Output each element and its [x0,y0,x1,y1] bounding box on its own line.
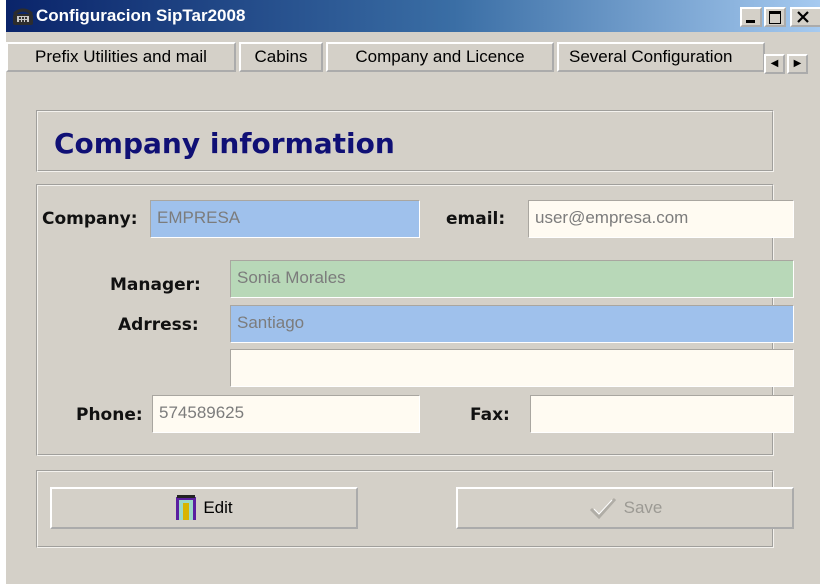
edit-button[interactable]: Edit [50,487,358,529]
settings-window: Configuracion SipTar2008 Prefix Utilitie… [6,0,820,584]
address-field[interactable]: Santiago [230,305,794,343]
tab-scroll-right-button[interactable]: ▶ [787,54,808,74]
company-label: Company: [42,209,138,229]
maximize-icon [769,11,781,24]
close-icon [797,11,809,23]
close-button[interactable] [790,7,820,27]
minimize-button[interactable] [740,7,762,27]
door-icon [176,495,197,520]
address-field-line2[interactable] [230,349,794,387]
save-button[interactable]: Save [456,487,794,529]
tab-label: Cabins [254,47,308,66]
edit-button-label: Edit [203,498,233,517]
phone-field[interactable]: 574589625 [152,395,420,433]
window-title: Configuracion SipTar2008 [36,6,246,25]
save-button-label: Save [623,498,663,517]
email-label: email: [446,209,506,229]
tab-label: Several Configuration [569,47,733,66]
address-label: Adrress: [118,315,199,335]
app-icon [13,8,33,25]
tab-cabins[interactable]: Cabins [239,42,323,72]
tab-scroll-left-button[interactable]: ◀ [764,54,785,74]
checkmark-icon [589,498,616,520]
phone-label: Phone: [76,405,143,425]
tab-label: Prefix Utilities and mail [35,47,207,66]
maximize-button[interactable] [764,7,786,27]
tab-settings[interactable]: Company and Licence [326,42,554,72]
tab-bar: Prefix Utilities and mail Cabins Company… [6,38,820,76]
page-title: Company information [54,127,395,160]
tab-prefix-utilities[interactable]: Prefix Utilities and mail [6,42,236,72]
fax-label: Fax: [470,405,510,425]
manager-field[interactable]: Sonia Morales [230,260,794,298]
company-field[interactable]: EMPRESA [150,200,420,238]
manager-label: Manager: [110,275,201,295]
tab-scroll-left-icon: ◀ [770,58,779,69]
tab-scroll-right-icon: ▶ [793,58,802,69]
title-bar[interactable]: Configuracion SipTar2008 [6,0,820,32]
fax-field[interactable] [530,395,794,433]
email-field[interactable]: user@empresa.com [528,200,794,238]
tab-label: Company and Licence [355,47,525,66]
minimize-icon [746,20,755,23]
tab-several-configuration[interactable]: Several Configuration [557,42,765,72]
